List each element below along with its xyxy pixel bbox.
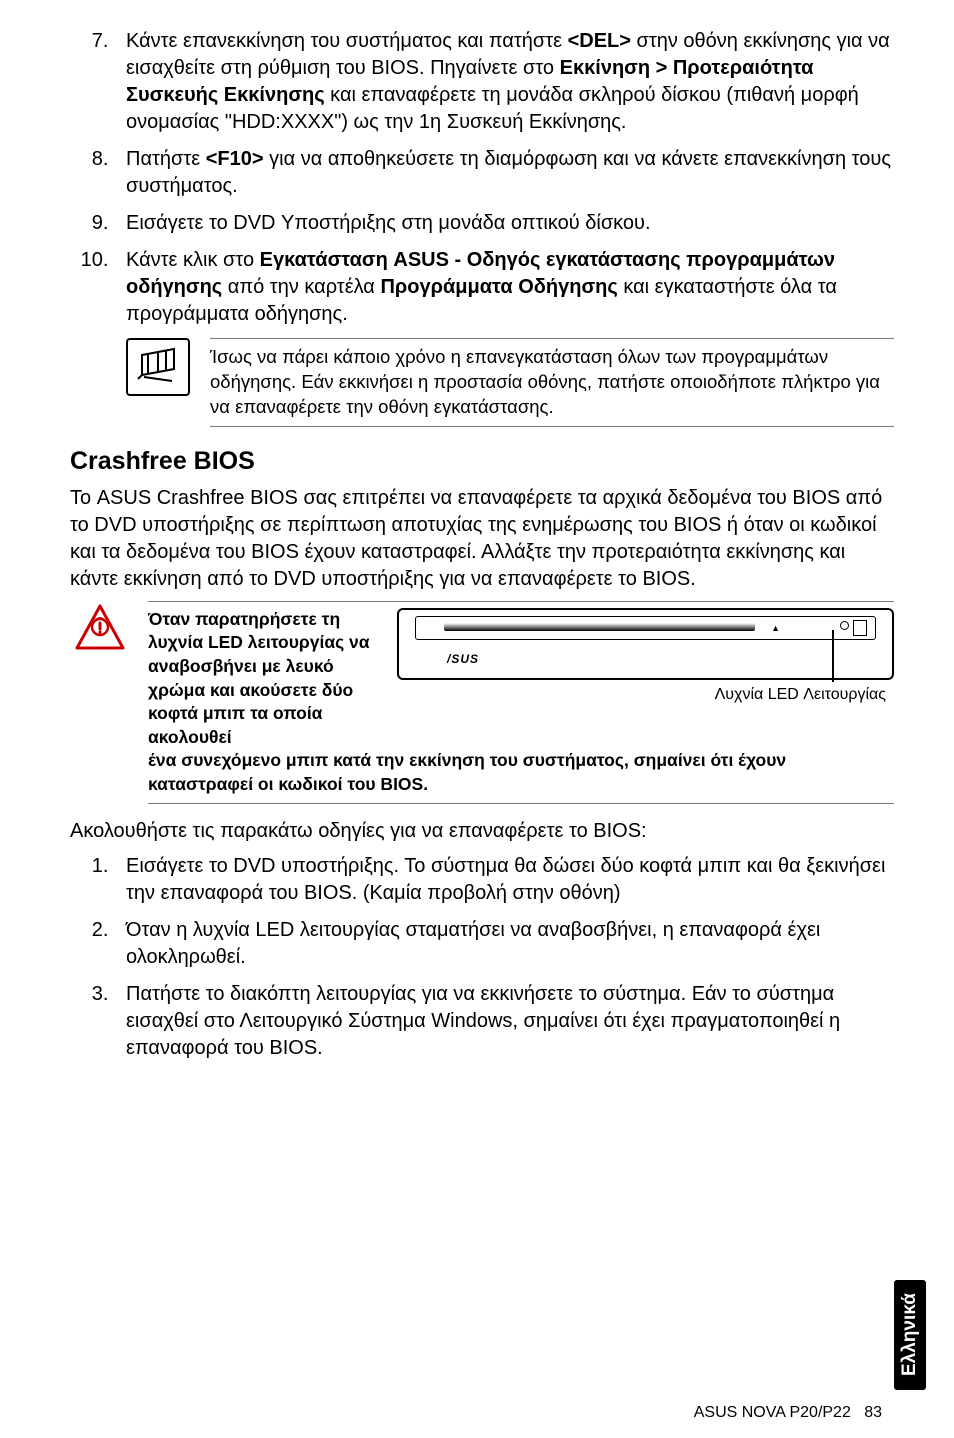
item7-del: <DEL>: [568, 30, 631, 52]
instruction-list-top: Κάντε επανεκκίνηση του συστήματος και πα…: [70, 28, 894, 328]
figure-caption: Λυχνία LED Λειτουργίας: [397, 684, 894, 706]
warning-box: Όταν παρατηρήσετε τη λυχνία LED λειτουργ…: [70, 601, 894, 804]
blist-item1: Εισάγετε το DVD υποστήριξης. Το σύστημα …: [126, 855, 885, 904]
item7-pre: Κάντε επανεκκίνηση του συστήματος και πα…: [126, 30, 568, 52]
item8-f10: <F10>: [206, 148, 264, 170]
list-item: Όταν η λυχνία LED λειτουργίας σταματήσει…: [114, 917, 894, 971]
brand-label: /SUS: [447, 651, 479, 667]
note-text: Ίσως να πάρει κάποιο χρόνο η επανεγκατάσ…: [210, 338, 894, 427]
warning-body: Όταν παρατηρήσετε τη λυχνία LED λειτουργ…: [148, 601, 894, 804]
blist-item3: Πατήστε το διακόπτη λειτουργίας για να ε…: [126, 983, 840, 1059]
footer-model: ASUS NOVA P20/P22: [694, 1404, 851, 1421]
note-icon: [126, 338, 190, 396]
list-item: Πατήστε το διακόπτη λειτουργίας για να ε…: [114, 981, 894, 1062]
blist-item2: Όταν η λυχνία LED λειτουργίας σταματήσει…: [126, 919, 820, 968]
section-title: Crashfree BIOS: [70, 445, 894, 479]
item8-pre: Πατήστε: [126, 148, 206, 170]
device-figure: ▲ /SUS: [397, 608, 894, 680]
list-item: Πατήστε <F10> για να αποθηκεύσετε τη δια…: [114, 146, 894, 200]
footer-page: 83: [864, 1404, 882, 1421]
instruction-list-bottom: Εισάγετε το DVD υποστήριξης. Το σύστημα …: [70, 853, 894, 1062]
list-item: Κάντε επανεκκίνηση του συστήματος και πα…: [114, 28, 894, 136]
note-box: Ίσως να πάρει κάποιο χρόνο η επανεγκατάσ…: [70, 338, 894, 427]
item10-mid: από την καρτέλα: [222, 276, 380, 298]
item10-pre: Κάντε κλικ στο: [126, 249, 260, 271]
crashfree-intro: Το ASUS Crashfree BIOS σας επιτρέπει να …: [70, 485, 894, 593]
followup-para: Ακολουθήστε τις παρακάτω οδηγίες για να …: [70, 818, 894, 845]
pointer-line: [832, 630, 834, 682]
page-footer: ASUS NOVA P20/P22 83: [694, 1402, 882, 1424]
item9: Εισάγετε το DVD Υποστήριξης στη μονάδα ο…: [126, 212, 651, 234]
item10-b2: Προγράμματα Οδήγησης: [380, 276, 617, 298]
list-item: Κάντε κλικ στο Εγκατάσταση ASUS - Οδηγός…: [114, 247, 894, 328]
warning-text-left: Όταν παρατηρήσετε τη λυχνία LED λειτουργ…: [148, 608, 383, 750]
list-item: Εισάγετε το DVD υποστήριξης. Το σύστημα …: [114, 853, 894, 907]
language-tab: Ελληνικά: [894, 1280, 926, 1390]
list-item: Εισάγετε το DVD Υποστήριξης στη μονάδα ο…: [114, 210, 894, 237]
warning-icon: [70, 601, 130, 655]
warning-text-continued: ένα συνεχόμενο μπιπ κατά την εκκίνηση το…: [148, 749, 894, 796]
